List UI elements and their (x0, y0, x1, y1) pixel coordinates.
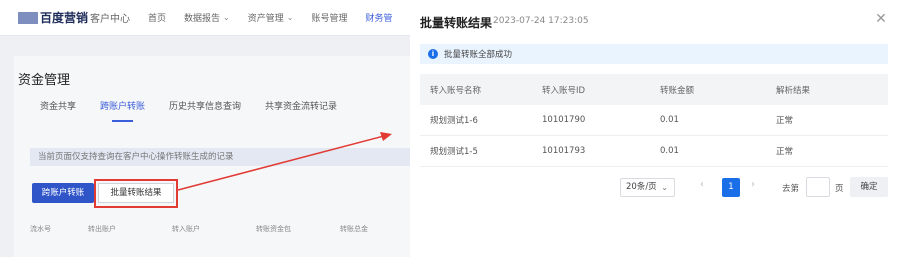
logo: 百度营销 (40, 11, 89, 25)
info-icon: i (428, 49, 438, 59)
cell-account-name: 规划测试1-5 (430, 147, 478, 157)
page-number-current[interactable]: 1 (722, 178, 740, 197)
nav-home-label: 首页 (148, 14, 167, 24)
cell-amount: 0.01 (660, 146, 679, 156)
cell-account-name: 规划测试1-6 (430, 116, 478, 126)
page-title: 资金管理 (18, 73, 71, 88)
annotation-highlight-box (94, 179, 178, 208)
logo-mark (18, 11, 38, 24)
tab-fund-sharing[interactable]: 资金共享 (40, 99, 76, 112)
tab-bar: 资金共享 跨账户转账 历史共享信息查询 共享资金流转记录 (40, 99, 361, 122)
cell-amount: 0.01 (660, 115, 679, 125)
drawer-title: 批量转账结果 (420, 16, 493, 30)
result-table: 转入账号名称 转入账号ID 转账金额 解析结果 规划测试1-6 10101790… (420, 74, 888, 167)
notice-banner: 当前页面仅支持查询在客户中心操作转账生成的记录 (30, 148, 410, 166)
background-page: 百度营销 客户中心 首页 数据报告 ⌄ 资产管理 ⌄ 账号管理 财务管 资金管理 资… (0, 0, 410, 257)
column-header: 转入账号名称 (430, 85, 482, 96)
chevron-down-icon: ⌄ (223, 13, 230, 22)
chevron-right-icon[interactable]: › (751, 179, 755, 190)
close-icon[interactable]: ✕ (874, 12, 888, 26)
column-header: 转账金额 (660, 85, 695, 96)
nav-home[interactable]: 首页 (148, 11, 166, 24)
cross-account-transfer-button[interactable]: 跨账户转账 (32, 183, 94, 203)
nav-accounts[interactable]: 账号管理 (311, 11, 347, 24)
tab-history-sharing[interactable]: 历史共享信息查询 (169, 99, 241, 112)
nav-assets-label: 资产管理 (247, 14, 284, 24)
column-header: 转账资金包 (256, 225, 291, 233)
page-unit-label: 页 (835, 184, 844, 194)
column-header: 转出账户 (88, 225, 116, 233)
column-header: 转账总金 (340, 225, 368, 233)
table-row: 规划测试1-5 10101793 0.01 正常 (420, 136, 888, 167)
batch-result-drawer: 批量转账结果 2023-07-24 17:23:05 ✕ i 批量转账全部成功 … (410, 0, 901, 257)
drawer-timestamp: 2023-07-24 17:23:05 (493, 16, 589, 26)
column-header: 流水号 (30, 225, 51, 233)
column-header: 解析结果 (776, 85, 811, 96)
goto-page-input[interactable] (806, 177, 830, 197)
cell-account-id: 10101793 (542, 146, 586, 156)
nav-accounts-label: 账号管理 (311, 14, 348, 24)
background-table-header: 流水号 转出账户 转入账户 转账资金包 转账总金 (30, 224, 410, 234)
column-header: 转入账户 (172, 225, 200, 233)
goto-label: 去第 (782, 184, 800, 194)
nav-finance-label: 财务管 (365, 14, 393, 24)
column-header: 转入账号ID (542, 85, 586, 96)
top-navbar: 百度营销 客户中心 首页 数据报告 ⌄ 资产管理 ⌄ 账号管理 财务管 (0, 0, 410, 36)
page-size-value: 20条/页 (626, 182, 657, 192)
page-size-select[interactable]: 20条/页 ⌄ (620, 178, 675, 197)
nav-finance[interactable]: 财务管 (365, 11, 392, 24)
logo-subtitle: 客户中心 (90, 14, 131, 25)
cell-account-id: 10101790 (542, 115, 586, 125)
table-row: 规划测试1-6 10101790 0.01 正常 (420, 105, 888, 136)
table-header: 转入账号名称 转入账号ID 转账金额 解析结果 (420, 74, 888, 105)
chevron-down-icon: ⌄ (661, 183, 668, 192)
alert-message: 批量转账全部成功 (444, 50, 513, 60)
cell-result: 正常 (776, 147, 794, 157)
cell-result: 正常 (776, 116, 794, 126)
nav-reports-label: 数据报告 (184, 14, 221, 24)
nav-assets[interactable]: 资产管理 ⌄ (248, 11, 294, 24)
chevron-left-icon[interactable]: ‹ (700, 179, 704, 190)
chevron-down-icon: ⌄ (286, 13, 294, 22)
confirm-button[interactable]: 确定 (850, 177, 888, 197)
success-alert: i 批量转账全部成功 (420, 44, 888, 64)
nav-reports[interactable]: 数据报告 ⌄ (184, 11, 230, 24)
tab-cross-account-transfer[interactable]: 跨账户转账 (100, 99, 145, 122)
tab-shared-fund-records[interactable]: 共享资金流转记录 (265, 99, 337, 112)
